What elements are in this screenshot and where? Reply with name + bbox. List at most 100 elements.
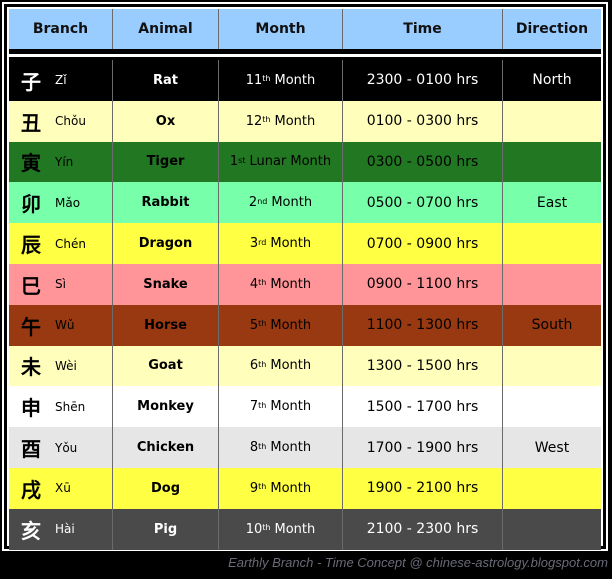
month-label: Month <box>271 195 313 211</box>
branch-pinyin: Wèi <box>55 358 77 373</box>
time-cell: 0700 - 0900 hrs <box>343 223 503 264</box>
branch-hanzi: 戌 <box>21 477 41 502</box>
animal-cell: Tiger <box>113 141 219 183</box>
month-label: Month <box>270 440 312 456</box>
time-cell: 0900 - 1100 hrs <box>343 263 503 305</box>
direction-cell <box>503 223 601 264</box>
branch-cell: 申 Shēn <box>9 386 113 428</box>
table-row: 申 Shēn Monkey 7th Month 1500 - 1700 hrs <box>9 386 601 428</box>
table-row: 戌 Xū Dog 9th Month 1900 - 2100 hrs <box>9 467 601 509</box>
animal-cell: Goat <box>113 345 219 387</box>
time-cell: 1900 - 2100 hrs <box>343 467 503 509</box>
header-branch: Branch <box>9 9 113 49</box>
header-month: Month <box>219 9 343 49</box>
time-cell: 2100 - 2300 hrs <box>343 508 503 550</box>
month-label: Month <box>270 480 312 496</box>
branch-cell: 寅 Yín <box>9 141 113 183</box>
branch-hanzi: 辰 <box>21 233 41 258</box>
month-label: Month <box>274 521 316 537</box>
month-number: 12 <box>245 113 263 129</box>
month-cell: 8th Month <box>219 427 343 468</box>
branch-hanzi: 亥 <box>21 518 41 543</box>
branch-cell: 卯 Mǎo <box>9 182 113 224</box>
animal-cell: Chicken <box>113 427 219 468</box>
animal-cell: Rat <box>113 60 219 101</box>
branch-pinyin: Chén <box>55 236 86 251</box>
direction-cell <box>503 468 601 509</box>
animal-cell: Ox <box>113 100 219 142</box>
month-number: 2 <box>248 195 258 211</box>
month-cell: 12th Month <box>219 100 343 142</box>
time-cell: 1700 - 1900 hrs <box>343 427 503 468</box>
footer-credit: Earthly Branch - Time Concept @ chinese-… <box>228 555 608 570</box>
direction-cell: West <box>534 439 570 456</box>
month-cell: 1st Lunar Month <box>219 141 343 183</box>
month-cell: 6th Month <box>219 345 343 387</box>
branch-pinyin: Chǒu <box>55 114 86 129</box>
branch-pinyin: Shēn <box>55 399 86 414</box>
table-row: 午 Wǔ Horse 5th Month 1100 - 1300 hrs Sout… <box>9 304 601 346</box>
branch-cell: 丑 Chǒu <box>9 100 113 142</box>
time-cell: 1300 - 1500 hrs <box>343 345 503 387</box>
branch-hanzi: 子 <box>21 69 41 94</box>
animal-cell: Rabbit <box>113 182 219 224</box>
time-cell: 1500 - 1700 hrs <box>343 386 503 428</box>
time-cell: 2300 - 0100 hrs <box>343 60 503 101</box>
month-number: 5 <box>249 317 259 333</box>
direction-cell: East <box>536 194 568 211</box>
month-label: Month <box>274 72 316 88</box>
direction-cell <box>503 386 601 427</box>
animal-cell: Pig <box>113 508 219 550</box>
branch-cell: 巳 Sì <box>9 263 113 305</box>
table-row: 辰 Chén Dragon 3rd Month 0700 - 0900 hrs <box>9 223 601 264</box>
animal-cell: Monkey <box>113 386 219 428</box>
month-number: 4 <box>249 276 259 292</box>
branch-pinyin: Yǒu <box>55 440 78 455</box>
table-row: 酉 Yǒu Chicken 8th Month 1700 - 1900 hrs W… <box>9 427 601 468</box>
table-row: 子 Zǐ Rat 11th Month 2300 - 0100 hrs North <box>9 60 601 101</box>
month-cell: 4th Month <box>219 263 343 305</box>
month-number: 9 <box>249 480 259 496</box>
branch-cell: 戌 Xū <box>9 467 113 509</box>
branch-pinyin: Yín <box>55 154 74 169</box>
direction-cell <box>503 509 601 550</box>
branch-hanzi: 申 <box>21 396 41 421</box>
direction-cell: North <box>532 72 572 89</box>
month-number: 11 <box>245 72 263 88</box>
month-cell: 7th Month <box>219 386 343 428</box>
header-direction: Direction <box>515 21 589 37</box>
branch-pinyin: Wǔ <box>55 318 75 333</box>
branch-cell: 辰 Chén <box>9 223 113 264</box>
branch-hanzi: 卯 <box>21 192 41 217</box>
branch-cell: 酉 Yǒu <box>9 427 113 468</box>
month-number: 7 <box>249 399 259 415</box>
month-label: Month <box>270 236 312 252</box>
month-label: Month <box>270 399 312 415</box>
direction-cell <box>503 142 601 183</box>
branch-cell: 午 Wǔ <box>9 304 113 346</box>
month-number: 3 <box>249 236 259 252</box>
time-cell: 1100 - 1300 hrs <box>343 304 503 346</box>
month-number: 1 <box>229 154 239 170</box>
table-row: 寅 Yín Tiger 1st Lunar Month 0300 - 0500 h… <box>9 141 601 183</box>
time-cell: 0100 - 0300 hrs <box>343 100 503 142</box>
branch-hanzi: 丑 <box>21 110 41 135</box>
month-cell: 10th Month <box>219 508 343 550</box>
month-label: Month <box>270 276 312 292</box>
table-header: Branch Animal Month Time Direction <box>9 9 601 49</box>
direction-cell: South <box>531 317 573 334</box>
table-row: 丑 Chǒu Ox 12th Month 0100 - 0300 hrs <box>9 100 601 142</box>
animal-cell: Horse <box>113 304 219 346</box>
month-cell: 2nd Month <box>219 182 343 224</box>
month-number: 6 <box>249 358 259 374</box>
branch-pinyin: Mǎo <box>55 195 81 210</box>
branch-hanzi: 寅 <box>21 151 41 176</box>
branch-cell: 子 Zǐ <box>9 60 113 101</box>
header-animal: Animal <box>113 9 219 49</box>
month-number: 10 <box>245 521 263 537</box>
month-label: Lunar Month <box>249 154 332 170</box>
earthly-branch-table: Branch Animal Month Time Direction 子 Zǐ … <box>9 9 601 550</box>
animal-cell: Snake <box>113 263 219 305</box>
direction-cell <box>503 346 601 387</box>
branch-pinyin: Xū <box>55 481 71 496</box>
